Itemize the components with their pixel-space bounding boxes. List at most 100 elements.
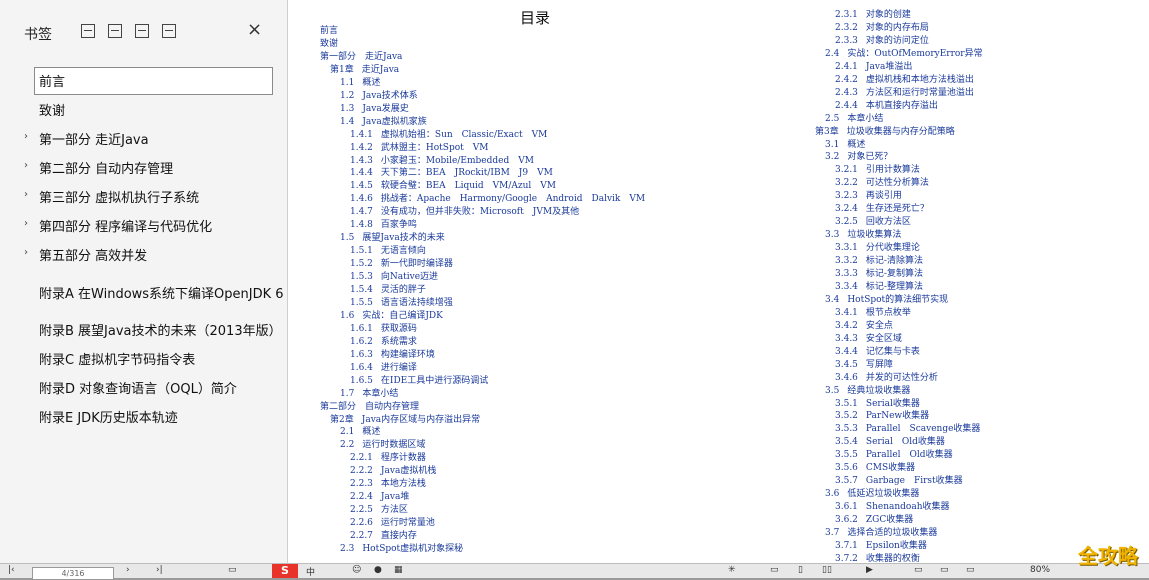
toc-entry[interactable]: 3.6.1 Shenandoah收集器 [835,501,950,513]
collapse-all-icon[interactable] [108,24,122,38]
bookmark-item[interactable]: 致谢 [0,96,287,122]
brightness-icon[interactable]: ✳ [728,565,736,575]
fit-width-icon[interactable]: ▭ [914,565,923,575]
toc-entry[interactable]: 1.5 展望Java技术的未来 [340,232,445,244]
toc-entry[interactable]: 1.4.2 武林盟主：HotSpot VM [350,142,488,154]
bookmark-item[interactable]: › 第三部分 虚拟机执行子系统 [0,183,287,209]
bookmark-properties-icon[interactable] [162,24,176,38]
toc-entry[interactable]: 第一部分 走近Java [320,51,402,63]
toc-entry[interactable]: 3.5 经典垃圾收集器 [825,385,910,397]
toc-entry[interactable]: 第1章 走近Java [330,64,399,76]
toc-entry[interactable]: 1.7 本章小结 [340,388,398,400]
toc-entry[interactable]: 1.2 Java技术体系 [340,90,418,102]
fit-page-icon[interactable]: ▭ [940,565,949,575]
toc-entry[interactable]: 3.2.5 回收方法区 [835,216,911,228]
toc-entry[interactable]: 3.4.4 记忆集与卡表 [835,346,920,358]
bookmark-item[interactable]: 附录D 对象查询语言（OQL）简介 [0,374,287,400]
toc-entry[interactable]: 1.5.2 新一代即时编译器 [350,258,453,270]
toc-entry[interactable]: 3.7 选择合适的垃圾收集器 [825,527,937,539]
toc-entry[interactable]: 2.3.3 对象的访问定位 [835,35,929,47]
toc-entry[interactable]: 致谢 [320,38,338,50]
toc-entry[interactable]: 2.2 运行时数据区域 [340,439,425,451]
toc-entry[interactable]: 3.1 概述 [825,139,865,151]
toc-entry[interactable]: 3.4 HotSpot的算法细节实现 [825,294,948,306]
toc-entry[interactable]: 3.5.7 Garbage First收集器 [835,475,963,487]
toc-entry[interactable]: 1.6.1 获取源码 [350,323,417,335]
toc-entry[interactable]: 2.5 本章小结 [825,113,883,125]
toc-entry[interactable]: 3.5.6 CMS收集器 [835,462,915,474]
expand-arrow-icon[interactable]: › [24,189,28,200]
toc-entry[interactable]: 2.3.2 对象的内存布局 [835,22,929,34]
two-page-view-icon[interactable]: ▯▯ [822,565,832,575]
toc-entry[interactable]: 1.5.5 语言语法持续增强 [350,297,453,309]
bookmark-item[interactable]: › 第五部分 高效并发 [0,241,287,267]
toc-entry[interactable]: 1.4.4 天下第二：BEA JRockit/IBM J9 VM [350,167,553,179]
toc-entry[interactable]: 2.2.4 Java堆 [350,491,409,503]
toc-entry[interactable]: 2.4.1 Java堆溢出 [835,61,912,73]
toc-entry[interactable]: 2.2.6 运行时常量池 [350,517,435,529]
bookmark-item[interactable]: › 第一部分 走近Java [0,125,287,151]
toc-entry[interactable]: 3.7.2 收集器的权衡 [835,553,920,563]
toc-entry[interactable]: 1.6 实战：自己编译JDK [340,310,443,322]
toc-entry[interactable]: 1.6.2 系统需求 [350,336,417,348]
toc-entry[interactable]: 3.5.5 Parallel Old收集器 [835,449,953,461]
bookmark-item[interactable]: 附录C 虚拟机字节码指令表 [0,345,287,371]
toc-entry[interactable]: 3.3.1 分代收集理论 [835,242,920,254]
expand-arrow-icon[interactable]: › [24,131,28,142]
toc-entry[interactable]: 2.4 实战：OutOfMemoryError异常 [825,48,983,60]
page-number-input[interactable]: 4/316 [32,567,114,580]
toc-entry[interactable]: 3.4.6 并发的可达性分析 [835,372,938,384]
toc-entry[interactable]: 1.4.1 虚拟机始祖：Sun Classic/Exact VM [350,129,547,141]
emoji-icon[interactable]: ☺ [352,565,361,575]
rotate-icon[interactable]: ▭ [966,565,975,575]
toc-entry[interactable]: 2.2.5 方法区 [350,504,408,516]
toc-entry[interactable]: 2.4.4 本机直接内存溢出 [835,100,938,112]
toc-entry[interactable]: 第3章 垃圾收集器与内存分配策略 [815,126,955,138]
toc-entry[interactable]: 3.5.4 Serial Old收集器 [835,436,945,448]
toc-entry[interactable]: 2.3.1 对象的创建 [835,9,911,21]
toc-entry[interactable]: 2.2.2 Java虚拟机栈 [350,465,436,477]
toc-entry[interactable]: 3.2.4 生存还是死亡？ [835,203,929,215]
expand-arrow-icon[interactable]: › [24,247,28,258]
toc-entry[interactable]: 1.4 Java虚拟机家族 [340,116,427,128]
toc-entry[interactable]: 1.5.1 无语言倾向 [350,245,426,257]
toc-entry[interactable]: 1.3 Java发展史 [340,103,409,115]
toc-entry[interactable]: 3.3.4 标记-整理算法 [835,281,923,293]
toc-entry[interactable]: 2.1 概述 [340,426,380,438]
toc-entry[interactable]: 第二部分 自动内存管理 [320,401,419,413]
close-icon[interactable]: × [247,19,262,40]
toc-entry[interactable]: 3.3.2 标记-清除算法 [835,255,923,267]
expand-arrow-icon[interactable]: › [24,160,28,171]
toc-entry[interactable]: 3.2.1 引用计数算法 [835,164,920,176]
toc-entry[interactable]: 2.2.1 程序计数器 [350,452,426,464]
toc-entry[interactable]: 2.4.2 虚拟机栈和本地方法栈溢出 [835,74,974,86]
toc-entry[interactable]: 1.4.7 没有成功，但并非失败：Microsoft JVM及其他 [350,206,579,218]
expand-arrow-icon[interactable]: › [24,218,28,229]
toc-entry[interactable]: 1.4.6 挑战者：Apache Harmony/Google Android D… [350,193,645,205]
toc-entry[interactable]: 2.2.7 直接内存 [350,530,417,542]
toc-entry[interactable]: 3.4.2 安全点 [835,320,893,332]
toc-entry[interactable]: 前言 [320,25,338,37]
expand-all-icon[interactable] [81,24,95,38]
toc-entry[interactable]: 3.4.3 安全区域 [835,333,902,345]
ime-logo-icon[interactable]: S [272,564,298,578]
toc-entry[interactable]: 3.4.5 写屏障 [835,359,893,371]
bookmark-item[interactable]: › 第四部分 程序编译与代码优化 [0,212,287,238]
toc-entry[interactable]: 2.4.3 方法区和运行时常量池溢出 [835,87,974,99]
bookmark-item[interactable]: 附录A 在Windows系统下编译OpenJDK 6 [0,279,287,305]
ime-mode-label[interactable]: 中 [306,565,315,578]
toc-entry[interactable]: 1.6.4 进行编译 [350,362,417,374]
toc-entry[interactable]: 3.6 低延迟垃圾收集器 [825,488,919,500]
toc-entry[interactable]: 3.3 垃圾收集算法 [825,229,901,241]
toc-entry[interactable]: 3.3.3 标记-复制算法 [835,268,923,280]
toc-entry[interactable]: 3.2 对象已死？ [825,151,892,163]
toc-entry[interactable]: 1.5.4 灵活的胖子 [350,284,426,296]
toc-entry[interactable]: 3.2.2 可达性分析算法 [835,177,929,189]
toc-entry[interactable]: 1.1 概述 [340,77,380,89]
first-page-icon[interactable]: |‹ [8,565,15,575]
page-icon[interactable]: ▭ [228,565,237,575]
document-view[interactable]: 目录 前言 致谢 第一部分 走近Java 第1章 走近Java 1.1 概述 1.2 Java技… [288,0,1149,563]
bookmark-item[interactable]: › 第二部分 自动内存管理 [0,154,287,180]
toc-entry[interactable]: 1.4.3 小家碧玉：Mobile/Embedded VM [350,155,534,167]
toc-entry[interactable]: 第2章 Java内存区域与内存溢出异常 [330,414,480,426]
